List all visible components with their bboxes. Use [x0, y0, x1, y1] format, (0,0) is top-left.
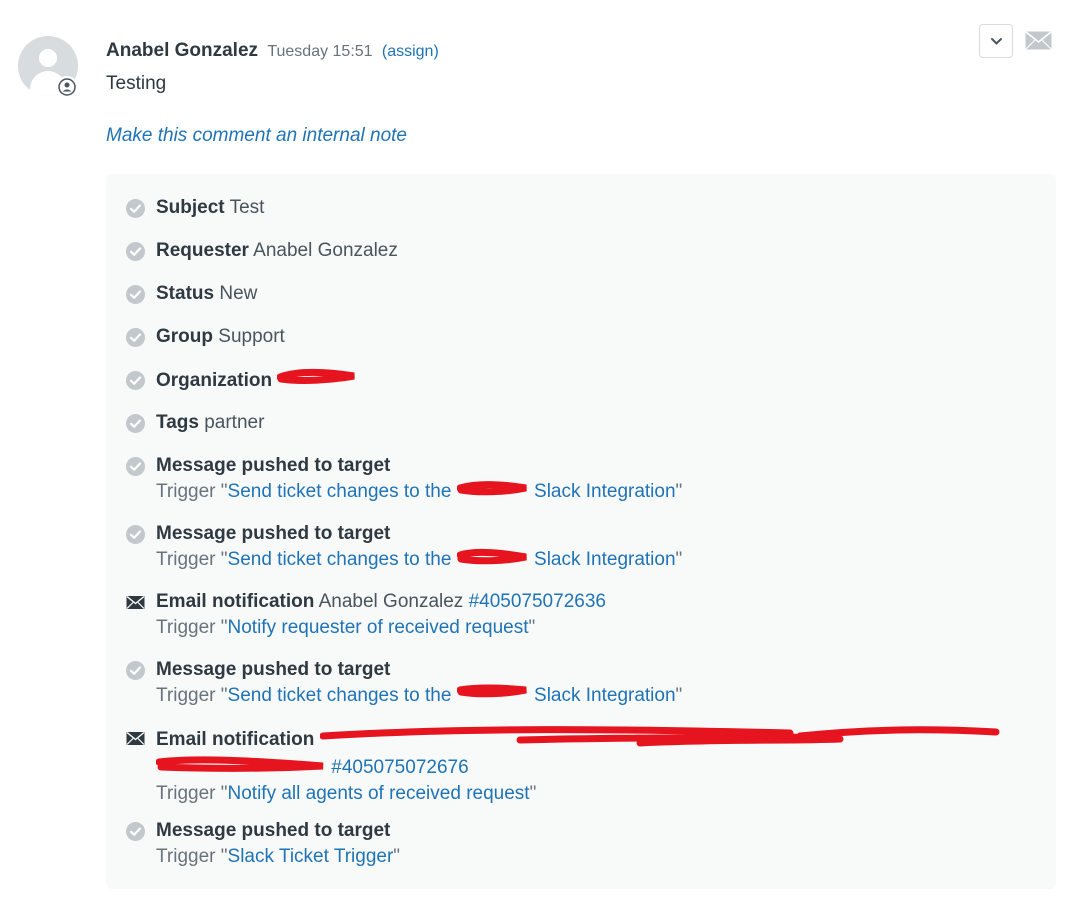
- make-internal-note-link[interactable]: Make this comment an internal note: [106, 125, 407, 147]
- event-label: Message pushed to target: [156, 523, 391, 544]
- redaction-mark: [276, 367, 357, 395]
- envelope-closed-icon: [126, 729, 145, 748]
- event-label: Message pushed to target: [156, 659, 391, 680]
- event-label: Subject: [156, 197, 225, 218]
- trigger-line: Trigger "Send ticket changes to the Slac…: [156, 547, 682, 573]
- event-value: Test: [229, 197, 265, 218]
- comment-header: Anabel Gonzalez Tuesday 15:51 (assign): [106, 38, 439, 65]
- event-label: Tags: [156, 412, 199, 433]
- event-message-pushed: Message pushed to target Trigger "Send t…: [126, 657, 682, 709]
- author-name[interactable]: Anabel Gonzalez: [106, 40, 258, 61]
- trigger-link[interactable]: Send ticket changes to the Slack Integra…: [228, 547, 676, 573]
- check-circle-icon: [126, 822, 145, 841]
- check-circle-icon: [126, 457, 145, 476]
- envelope-closed-icon: [126, 593, 145, 612]
- email-recipients: Anabel Gonzalez: [318, 591, 464, 612]
- event-label: Email notification: [156, 729, 315, 751]
- comment-timestamp: Tuesday 15:51: [267, 43, 373, 60]
- redaction-mark: [155, 755, 326, 781]
- event-label: Email notification: [156, 591, 315, 612]
- trigger-link[interactable]: Notify all agents of received request: [228, 783, 530, 804]
- check-circle-icon: [126, 371, 145, 390]
- check-circle-icon: [126, 328, 145, 347]
- event-label: Organization: [156, 370, 273, 392]
- event-label: Group: [156, 326, 213, 347]
- check-circle-icon: [126, 661, 145, 680]
- redaction-mark: [456, 547, 529, 573]
- notification-link[interactable]: #405075072676: [331, 757, 468, 778]
- check-circle-icon: [126, 242, 145, 261]
- trigger-prefix: Trigger: [156, 783, 216, 805]
- trigger-link[interactable]: Slack Ticket Trigger: [228, 846, 394, 867]
- event-value: Anabel Gonzalez: [253, 240, 398, 261]
- end-user-icon: [56, 76, 78, 98]
- trigger-line: Trigger "Send ticket changes to the Slac…: [156, 479, 682, 505]
- trigger-line: Trigger "Notify all agents of received r…: [156, 783, 537, 805]
- event-requester: Requester Anabel Gonzalez: [126, 238, 398, 264]
- trigger-line: Trigger "Slack Ticket Trigger": [156, 846, 401, 867]
- event-value: partner: [204, 412, 265, 433]
- event-status: Status New: [126, 281, 257, 307]
- trigger-prefix: Trigger: [156, 549, 216, 571]
- assign-link[interactable]: (assign): [382, 43, 439, 60]
- comment-menu-button[interactable]: [979, 24, 1013, 58]
- trigger-link[interactable]: Notify requester of received request: [228, 617, 529, 638]
- trigger-line: Trigger "Notify requester of received re…: [156, 617, 536, 638]
- check-circle-icon: [126, 525, 145, 544]
- redaction-mark: [456, 479, 529, 505]
- check-circle-icon: [126, 414, 145, 433]
- event-message-pushed: Message pushed to target Trigger "Send t…: [126, 521, 682, 573]
- event-subject: Subject Test: [126, 195, 264, 221]
- event-message-pushed: Message pushed to target Trigger "Slack …: [126, 818, 400, 870]
- trigger-link[interactable]: Send ticket changes to the Slack Integra…: [228, 683, 676, 709]
- event-value: New: [219, 283, 258, 304]
- redaction-mark: [319, 725, 1000, 755]
- event-tags: Tags partner: [126, 410, 264, 436]
- event-group: Group Support: [126, 324, 285, 350]
- event-email-notification: Email notification #405075072676 Trigger…: [126, 725, 1026, 807]
- chevron-down-icon: [991, 38, 1002, 45]
- event-label: Message pushed to target: [156, 455, 391, 476]
- event-label: Requester: [156, 240, 249, 261]
- trigger-prefix: Trigger: [156, 481, 216, 503]
- trigger-prefix: Trigger: [156, 846, 216, 867]
- event-label: Message pushed to target: [156, 820, 391, 841]
- envelope-icon[interactable]: [1025, 31, 1052, 55]
- trigger-line: Trigger "Send ticket changes to the Slac…: [156, 683, 682, 709]
- event-label: Status: [156, 283, 215, 304]
- notification-link[interactable]: #405075072636: [469, 591, 606, 612]
- ticket-events-panel: Subject Test Requester Anabel Gonzalez S…: [106, 174, 1056, 889]
- trigger-prefix: Trigger: [156, 617, 216, 638]
- trigger-prefix: Trigger: [156, 685, 216, 707]
- event-email-notification: Email notification Anabel Gonzalez #4050…: [126, 589, 606, 641]
- check-circle-icon: [126, 285, 145, 304]
- avatar-head: [39, 49, 57, 67]
- redaction-mark: [456, 683, 529, 709]
- trigger-link[interactable]: Send ticket changes to the Slack Integra…: [228, 481, 676, 502]
- event-value: Support: [218, 326, 285, 347]
- event-organization: Organization: [126, 367, 357, 395]
- check-circle-icon: [126, 199, 145, 218]
- event-message-pushed: Message pushed to target Trigger "Send t…: [126, 453, 682, 505]
- comment-body: Testing: [106, 73, 167, 94]
